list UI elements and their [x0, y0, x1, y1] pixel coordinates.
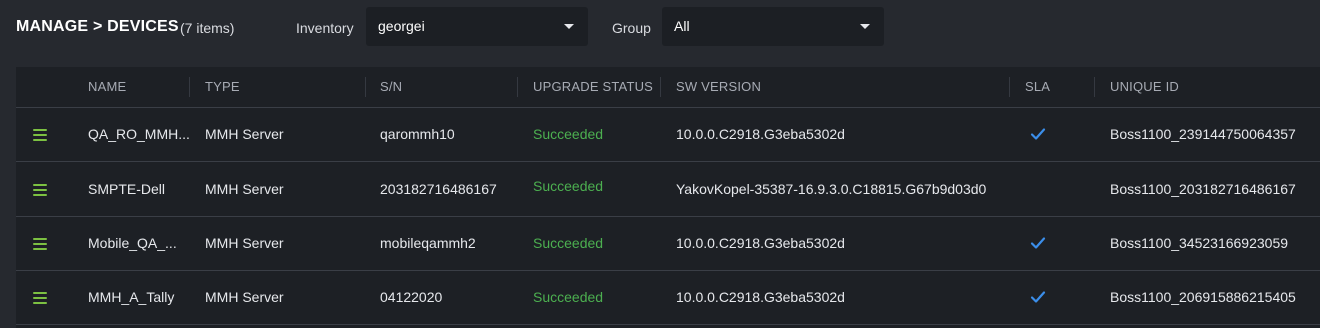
sw-version: 10.0.0.C2918.G3eba5302d — [676, 126, 845, 142]
column-divider[interactable] — [517, 77, 518, 97]
checkmark-icon — [1030, 237, 1046, 249]
upgrade-status: Succeeded — [533, 235, 604, 251]
page-title: MANAGE > DEVICES — [16, 18, 179, 35]
device-name: MMH_A_Tally — [88, 289, 175, 305]
sw-version: YakovKopel-35387-16.9.3.0.C18815.G67b9d0… — [676, 181, 987, 197]
table-row[interactable]: QA_RO_MMH... MMH Server qarommh10 Succee… — [16, 107, 1320, 162]
table-row[interactable]: MMH_A_Tally MMH Server 04122020 Succeede… — [16, 270, 1320, 325]
device-sn: 04122020 — [380, 289, 443, 305]
device-type: MMH Server — [205, 235, 284, 251]
chevron-down-icon — [860, 24, 870, 29]
checkmark-icon — [1030, 128, 1046, 140]
unique-id: Boss1100_239144750064357 — [1110, 126, 1296, 142]
column-header-upgrade-status[interactable]: UPGRADE STATUS — [533, 67, 653, 107]
table-row[interactable]: SMPTE-Dell MMH Server 203182716486167 Su… — [16, 162, 1320, 217]
column-header-unique-id[interactable]: UNIQUE ID — [1110, 67, 1179, 107]
unique-id: Boss1100_203182716486167 — [1110, 181, 1296, 197]
device-sn: qarommh10 — [380, 126, 455, 142]
group-label: Group — [612, 20, 651, 36]
device-type: MMH Server — [205, 289, 284, 305]
unique-id: Boss1100_206915886215405 — [1110, 289, 1296, 305]
upgrade-status: Succeeded — [533, 178, 604, 194]
table-row[interactable]: Mobile_QA_... MMH Server mobileqammh2 Su… — [16, 216, 1320, 271]
column-divider[interactable] — [1009, 77, 1010, 97]
row-menu-icon[interactable] — [33, 129, 47, 141]
inventory-select-value: georgei — [378, 18, 425, 34]
device-name: QA_RO_MMH... — [88, 126, 190, 142]
upgrade-status: Succeeded — [533, 289, 604, 305]
chevron-down-icon — [564, 24, 574, 29]
sw-version: 10.0.0.C2918.G3eba5302d — [676, 289, 845, 305]
row-menu-icon[interactable] — [33, 238, 47, 250]
column-divider[interactable] — [189, 77, 190, 97]
upgrade-status: Succeeded — [533, 126, 604, 142]
column-divider[interactable] — [365, 77, 366, 97]
sw-version: 10.0.0.C2918.G3eba5302d — [676, 235, 845, 251]
column-header-sw-version[interactable]: SW VERSION — [676, 67, 761, 107]
top-bar: MANAGE > DEVICES (7 items) Inventory geo… — [0, 0, 1320, 56]
inventory-select[interactable]: georgei — [366, 7, 588, 46]
device-sn: 203182716486167 — [380, 181, 497, 197]
device-name: Mobile_QA_... — [88, 235, 177, 251]
column-header-type[interactable]: TYPE — [205, 67, 240, 107]
device-sn: mobileqammh2 — [380, 235, 476, 251]
item-count: (7 items) — [180, 20, 235, 36]
unique-id: Boss1100_34523166923059 — [1110, 235, 1289, 251]
column-divider[interactable] — [1094, 77, 1095, 97]
row-menu-icon[interactable] — [33, 292, 47, 304]
table-header: NAME TYPE S/N UPGRADE STATUS SW VERSION … — [16, 67, 1320, 108]
group-select-value: All — [674, 18, 690, 34]
inventory-label: Inventory — [296, 20, 354, 36]
device-type: MMH Server — [205, 126, 284, 142]
checkmark-icon — [1030, 291, 1046, 303]
device-name: SMPTE-Dell — [88, 181, 166, 197]
row-menu-icon[interactable] — [33, 184, 47, 196]
column-divider[interactable] — [660, 77, 661, 97]
column-header-sla[interactable]: SLA — [1025, 67, 1050, 107]
device-type: MMH Server — [205, 181, 284, 197]
group-select[interactable]: All — [662, 7, 884, 46]
devices-table: NAME TYPE S/N UPGRADE STATUS SW VERSION … — [16, 67, 1320, 328]
column-header-name[interactable]: NAME — [88, 67, 126, 107]
column-header-sn[interactable]: S/N — [380, 67, 402, 107]
